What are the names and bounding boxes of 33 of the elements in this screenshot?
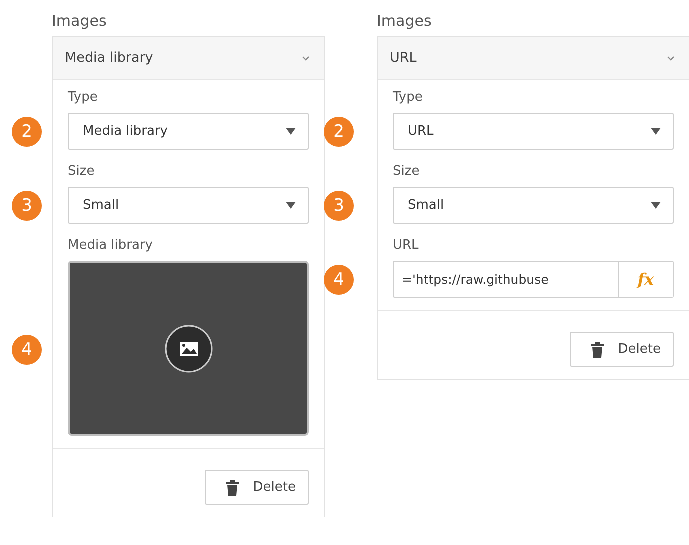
step-badge: 2 [324,117,354,147]
caret-icon [651,128,661,135]
section-title: Images [52,11,107,32]
field-label: Size [393,164,420,179]
step-badge: 3 [12,191,42,221]
delete-button[interactable]: Delete [570,332,674,367]
field-label: Type [68,90,98,105]
image-icon [164,324,212,372]
accordion-header[interactable]: Media library [53,37,324,80]
trash-icon [591,342,604,358]
chevron-icon [302,56,310,60]
chevron-icon [667,56,675,60]
trash-icon [226,480,240,496]
dropdown[interactable]: Media library [68,113,309,150]
section-title: Images [377,11,432,32]
step-badge: 4 [324,265,354,295]
field-label: URL [393,238,419,253]
caret-icon [286,128,296,135]
caret-icon [286,202,296,209]
field-label: Type [393,90,423,105]
delete-button[interactable]: Delete [205,470,309,505]
dropdown[interactable]: Small [68,187,309,224]
step-badge: 4 [12,335,42,365]
url-field[interactable]: ='https://raw.githubuse fx [393,261,674,298]
field-label: Size [68,164,95,179]
step-badge: 3 [324,191,354,221]
dropdown[interactable]: Small [393,187,674,224]
step-badge: 2 [12,117,42,147]
caret-icon [651,202,661,209]
dropdown[interactable]: URL [393,113,674,150]
image-placeholder[interactable] [68,261,309,436]
accordion-header[interactable]: URL [378,37,689,80]
field-label: Media library [68,238,154,253]
